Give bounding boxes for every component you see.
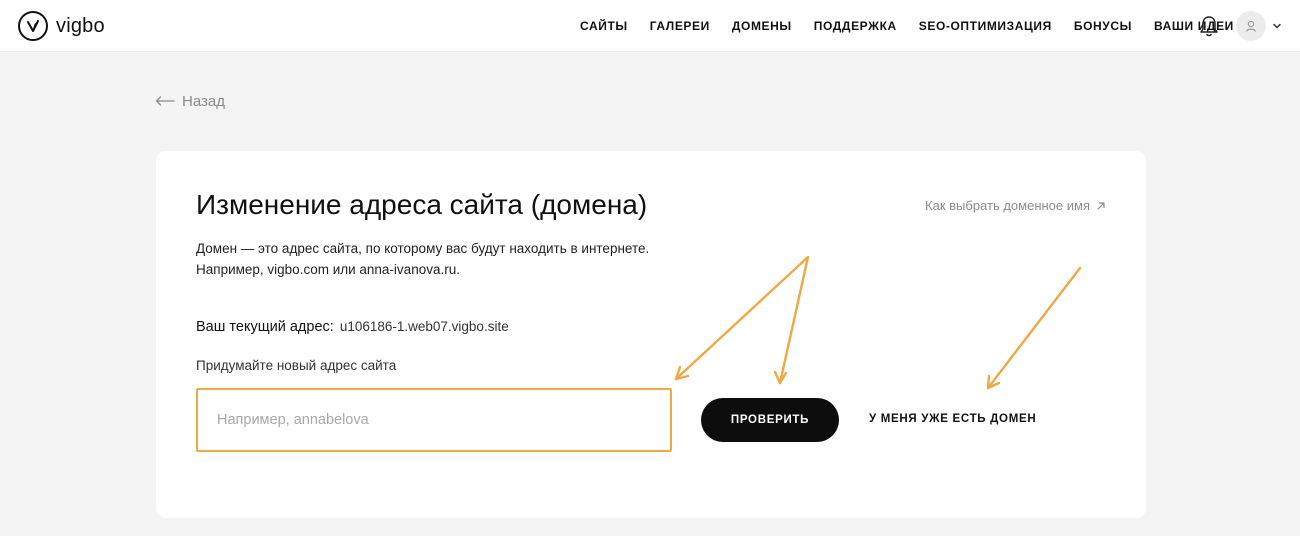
main-nav: САЙТЫ ГАЛЕРЕИ ДОМЕНЫ ПОДДЕРЖКА SEO-ОПТИМ…: [580, 0, 1256, 52]
nav-item-domains[interactable]: ДОМЕНЫ: [732, 19, 792, 33]
top-navigation-bar: vigbo САЙТЫ ГАЛЕРЕИ ДОМЕНЫ ПОДДЕРЖКА SEO…: [0, 0, 1300, 52]
have-domain-link[interactable]: У МЕНЯ УЖЕ ЕСТЬ ДОМЕН: [869, 413, 1036, 425]
logo-text: vigbo: [56, 14, 105, 37]
nav-item-galleries[interactable]: ГАЛЕРЕИ: [650, 19, 710, 33]
nav-item-support[interactable]: ПОДДЕРЖКА: [814, 19, 897, 33]
nav-item-seo[interactable]: SEO-ОПТИМИЗАЦИЯ: [919, 19, 1052, 33]
arrow-left-icon: [155, 96, 175, 106]
current-address-label: Ваш текущий адрес:: [196, 319, 334, 335]
external-link-icon: [1097, 201, 1105, 210]
vigbo-logo-icon: [18, 11, 48, 41]
vigbo-logo[interactable]: vigbo: [18, 11, 105, 41]
nav-item-ideas[interactable]: ВАШИ ИДЕИ: [1154, 19, 1234, 33]
user-menu[interactable]: [1236, 11, 1282, 41]
back-link[interactable]: Назад: [155, 90, 225, 112]
nav-item-sites[interactable]: САЙТЫ: [580, 19, 628, 33]
description-line-2: Например, vigbo.com или anna-ivanova.ru.: [196, 262, 460, 277]
nav-item-bonuses[interactable]: БОНУСЫ: [1074, 19, 1132, 33]
domain-description: Домен — это адрес сайта, по которому вас…: [196, 238, 756, 280]
new-domain-input[interactable]: [196, 388, 672, 452]
bell-icon[interactable]: [1198, 14, 1220, 38]
current-address: Ваш текущий адрес: u106186-1.web07.vigbo…: [196, 319, 509, 335]
domain-change-card: Изменение адреса сайта (домена) Как выбр…: [156, 151, 1146, 518]
new-address-label: Придумайте новый адрес сайта: [196, 358, 397, 373]
check-button[interactable]: ПРОВЕРИТЬ: [701, 398, 839, 442]
description-line-1: Домен — это адрес сайта, по которому вас…: [196, 241, 650, 256]
chevron-down-icon: [1273, 23, 1281, 29]
page-title: Изменение адреса сайта (домена): [196, 189, 648, 220]
current-address-value: u106186-1.web07.vigbo.site: [339, 319, 509, 334]
back-label: Назад: [182, 92, 225, 110]
choose-domain-help-link[interactable]: Как выбрать доменное имя: [925, 198, 1106, 213]
help-link-label: Как выбрать доменное имя: [925, 198, 1090, 213]
user-avatar-icon: [1236, 11, 1266, 41]
